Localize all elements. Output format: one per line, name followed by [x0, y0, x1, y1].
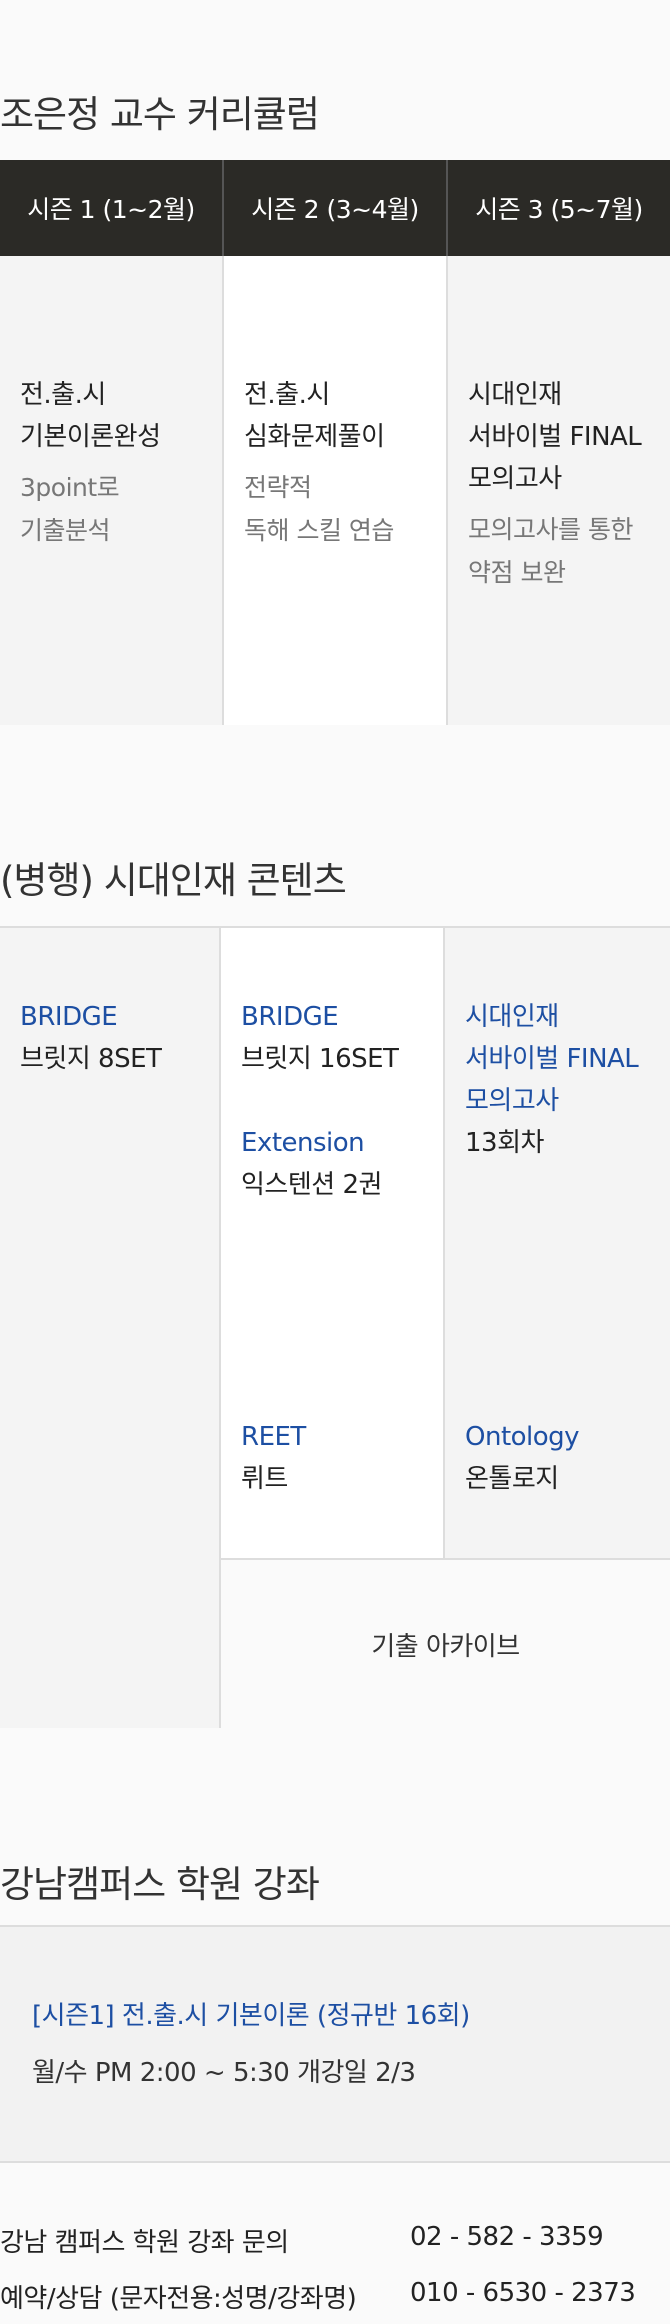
academy-course-box: [시즌1] 전.출.시 기본이론 (정규반 16회) 월/수 PM 2:00 ~… [0, 1925, 670, 2163]
season-1-header: 시즌 1 (1~2월) [27, 195, 195, 224]
season-3-main-line: 서바이벌 FINAL [468, 422, 642, 452]
season-2-sub: 전략적 독해 스킬 연습 [244, 466, 446, 552]
curriculum-body-row: 전.출.시 기본이론완성 3point로 기출분석 전.출.시 심화문제풀이 전… [0, 256, 670, 725]
content-name-bridge: BRIDGE [20, 1002, 118, 1032]
content-name-reet: REET [241, 1422, 306, 1452]
curriculum-header-row: 시즌 1 (1~2월) 시즌 2 (3~4월) 시즌 3 (5~7월) [0, 160, 670, 256]
curriculum-title: 조은정 교수 커리큘럼 [0, 93, 320, 136]
season-3-sub-line: 모의고사를 통한 [468, 515, 633, 544]
contents-grid: BRIDGE 브릿지 8SET BRIDGE 브릿지 16SET Extensi… [0, 926, 670, 1728]
content-name-extension: Extension [241, 1128, 365, 1158]
contact-label: 예약/상담 (문자전용:성명/강좌명) [0, 2284, 357, 2314]
contents-title: (병행) 시대인재 콘텐츠 [0, 859, 347, 902]
content-name-bridge: BRIDGE [241, 1002, 339, 1032]
season-2-main-line: 심화문제풀이 [244, 422, 385, 452]
content-desc-ontology: 온톨로지 [465, 1464, 559, 1494]
season-1-sub-line: 3point로 [20, 473, 120, 502]
season-2-cell: 전.출.시 심화문제풀이 전략적 독해 스킬 연습 [222, 256, 446, 725]
academy-course-schedule: 월/수 PM 2:00 ~ 5:30 개강일 2/3 [32, 2058, 416, 2088]
content-desc-final: 13회차 [465, 1128, 544, 1158]
contents-column-1: BRIDGE 브릿지 8SET [0, 928, 221, 1728]
season-3-sub-line: 약점 보완 [468, 558, 566, 587]
season-3-header: 시즌 3 (5~7월) [446, 160, 670, 256]
contact-label: 강남 캠퍼스 학원 강좌 문의 [0, 2228, 289, 2258]
season-2-main: 전.출.시 심화문제풀이 [244, 374, 446, 458]
season-3-main: 시대인재 서바이벌 FINAL 모의고사 [468, 374, 670, 500]
season-2-sub-line: 독해 스킬 연습 [244, 516, 394, 545]
season-1-main-line: 전.출.시 [20, 380, 106, 410]
contact-number[interactable]: 02 - 582 - 3359 [410, 2222, 604, 2252]
season-1-sub: 3point로 기출분석 [20, 466, 222, 552]
season-1-main: 전.출.시 기본이론완성 [20, 374, 222, 458]
season-3-main-line: 모의고사 [468, 464, 562, 494]
content-name-final: 서바이벌 FINAL [465, 1044, 639, 1074]
season-1-main-line: 기본이론완성 [20, 422, 161, 452]
contact-number[interactable]: 010 - 6530 - 2373 [410, 2278, 636, 2308]
content-desc-bridge: 브릿지 16SET [241, 1044, 399, 1074]
contents-column-3: 시대인재 서바이벌 FINAL 모의고사 13회차 Ontology 온톨로지 [445, 928, 670, 1558]
season-1-cell: 전.출.시 기본이론완성 3point로 기출분석 [0, 256, 222, 725]
season-2-sub-line: 전략적 [244, 473, 312, 502]
content-name-ontology: Ontology [465, 1422, 580, 1452]
content-name-final: 모의고사 [465, 1086, 559, 1116]
content-name-final: 시대인재 [465, 1002, 559, 1032]
content-desc-bridge: 브릿지 8SET [20, 1044, 162, 1074]
content-desc-reet: 뤼트 [241, 1464, 288, 1494]
content-desc-extension: 익스텐션 2권 [241, 1170, 382, 1200]
season-2-header: 시즌 2 (3~4월) [222, 160, 446, 256]
curriculum-table: 시즌 1 (1~2월) 시즌 2 (3~4월) 시즌 3 (5~7월) 전.출.… [0, 160, 670, 725]
academy-title: 강남캠퍼스 학원 강좌 [0, 1863, 320, 1906]
season-3-cell: 시대인재 서바이벌 FINAL 모의고사 모의고사를 통한 약점 보완 [446, 256, 670, 725]
academy-course-link[interactable]: [시즌1] 전.출.시 기본이론 (정규반 16회) [32, 1995, 670, 2032]
archive-cell: 기출 아카이브 [221, 1558, 670, 1728]
contents-column-2: BRIDGE 브릿지 16SET Extension 익스텐션 2권 REET … [221, 928, 445, 1558]
season-1-sub-line: 기출분석 [20, 516, 111, 545]
season-3-sub: 모의고사를 통한 약점 보완 [468, 508, 670, 594]
season-2-main-line: 전.출.시 [244, 380, 330, 410]
season-3-main-line: 시대인재 [468, 380, 562, 410]
